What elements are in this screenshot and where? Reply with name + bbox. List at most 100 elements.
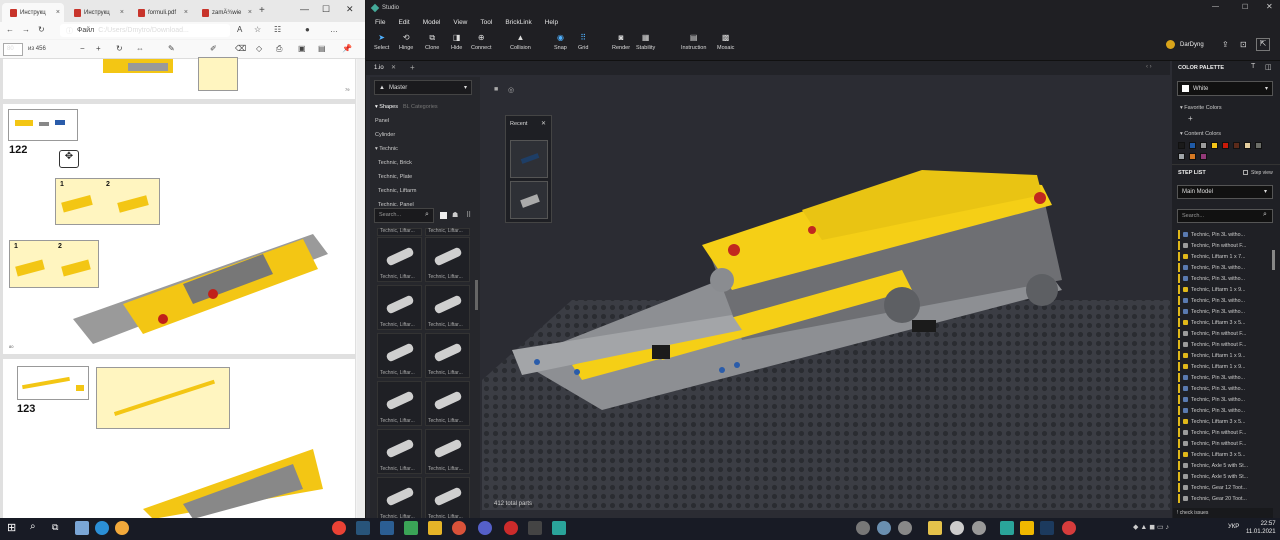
eraser-icon[interactable]: ⌫ bbox=[235, 44, 246, 53]
color-swatch[interactable] bbox=[1178, 153, 1185, 160]
category-item[interactable]: Technic, Brick bbox=[378, 160, 412, 166]
step-item[interactable]: Technic, Pin 3L witho... bbox=[1178, 383, 1272, 394]
zoom-out-icon[interactable]: − bbox=[80, 44, 85, 53]
address-input[interactable]: ⓘ Файл C:/Users/Dmytro/Download... bbox=[60, 24, 230, 37]
save-icon[interactable]: ▣ bbox=[298, 44, 306, 53]
color-swatch[interactable] bbox=[1255, 142, 1262, 149]
close-tab-icon[interactable]: ✕ bbox=[391, 64, 396, 71]
close-tab-icon[interactable]: × bbox=[248, 9, 252, 16]
edge-icon[interactable] bbox=[95, 521, 109, 535]
profile-icon[interactable]: ● bbox=[305, 25, 310, 34]
mosaic-tool-button[interactable]: ▩ Mosaic bbox=[717, 33, 734, 51]
minimize-icon[interactable]: — bbox=[1212, 3, 1219, 10]
favorite-colors-section[interactable]: ▾ Favorite Colors bbox=[1180, 105, 1222, 111]
color-select[interactable]: White ▾ bbox=[1177, 81, 1273, 96]
close-window-icon[interactable]: ✕ bbox=[1266, 2, 1273, 11]
part-tile[interactable]: Technic, Liftar... bbox=[377, 477, 422, 522]
task-view-icon[interactable]: ⧉ bbox=[52, 522, 58, 533]
color-swatch[interactable] bbox=[1178, 142, 1185, 149]
print-icon[interactable]: ⎙ bbox=[276, 44, 282, 54]
step-item[interactable]: Technic, Pin without F... bbox=[1178, 339, 1272, 350]
view-settings-icon[interactable]: ◎ bbox=[508, 86, 514, 94]
step-item[interactable]: Technic, Liftarm 1 x 9... bbox=[1178, 361, 1272, 372]
part-tile[interactable]: Technic, Liftar... bbox=[425, 237, 470, 282]
model-select[interactable]: Main Model ▾ bbox=[1177, 185, 1273, 199]
content-colors-section[interactable]: ▾ Content Colors bbox=[1180, 131, 1221, 137]
check-issues-bar[interactable]: ! check issues bbox=[1173, 508, 1273, 518]
menu-help[interactable]: Help bbox=[545, 19, 558, 26]
app-icon[interactable] bbox=[75, 521, 89, 535]
step-item[interactable]: Technic, Liftarm 3 x 5... bbox=[1178, 449, 1272, 460]
step-item[interactable]: Technic, Liftarm 1 x 9... bbox=[1178, 350, 1272, 361]
more-menu-icon[interactable]: … bbox=[330, 25, 338, 34]
category-item[interactable]: ▾ Technic bbox=[375, 146, 398, 152]
part-tile[interactable]: Technic, Liftar... bbox=[377, 228, 422, 236]
browser-tab-1[interactable]: Инструкц × bbox=[2, 3, 64, 22]
color-swatch[interactable] bbox=[1200, 142, 1207, 149]
app-icon[interactable] bbox=[898, 521, 912, 535]
upload-icon[interactable]: ⇪ bbox=[1222, 40, 1229, 49]
pdf-scrollbar[interactable] bbox=[357, 59, 365, 518]
app-icon[interactable] bbox=[452, 521, 466, 535]
close-icon[interactable]: ✕ bbox=[541, 120, 546, 127]
part-tile[interactable]: Technic, Liftar... bbox=[377, 237, 422, 282]
step-item[interactable]: Technic, Gear 12 Toot... bbox=[1178, 482, 1272, 493]
page-number-input[interactable]: 80 bbox=[3, 43, 23, 56]
step-item[interactable]: Technic, Pin without F... bbox=[1178, 438, 1272, 449]
grid-view-icon[interactable]: ⠿ bbox=[466, 211, 471, 219]
search-icon[interactable]: ⌕ bbox=[425, 211, 429, 219]
step-item[interactable]: Technic, Liftarm 3 x 5... bbox=[1178, 317, 1272, 328]
app-icon[interactable] bbox=[478, 521, 492, 535]
erase-icon[interactable]: ◇ bbox=[256, 44, 262, 53]
app-icon[interactable] bbox=[1062, 521, 1076, 535]
color-swatch[interactable] bbox=[1189, 142, 1196, 149]
parts-scrollbar[interactable] bbox=[475, 280, 478, 310]
step-item[interactable]: Technic, Axle 5 with St... bbox=[1178, 471, 1272, 482]
view-mode-icon[interactable]: ☗ bbox=[452, 211, 458, 219]
step-item[interactable]: Technic, Pin without F... bbox=[1178, 240, 1272, 251]
step-item[interactable]: Technic, Pin without F... bbox=[1178, 328, 1272, 339]
part-tile[interactable]: Technic, Liftar... bbox=[377, 285, 422, 330]
studio-taskbar-icon[interactable] bbox=[552, 521, 566, 535]
app-icon[interactable] bbox=[528, 521, 542, 535]
app-icon[interactable] bbox=[1020, 521, 1034, 535]
search-icon[interactable]: ⌕ bbox=[1263, 211, 1267, 219]
avatar[interactable] bbox=[1166, 40, 1175, 49]
share-icon[interactable]: ⇱ bbox=[1256, 38, 1270, 51]
close-tab-icon[interactable]: × bbox=[120, 9, 124, 16]
snap-tool-button[interactable]: ◉ Snap bbox=[554, 33, 567, 51]
category-item[interactable]: Panel bbox=[375, 118, 389, 124]
clock[interactable]: 22:57 11.01.2021 bbox=[1246, 520, 1276, 536]
step-item[interactable]: Technic, Axle 5 with St... bbox=[1178, 460, 1272, 471]
step-item[interactable]: Technic, Pin without F... bbox=[1178, 427, 1272, 438]
step-item[interactable]: Technic, Pin 3L witho... bbox=[1178, 394, 1272, 405]
close-window-icon[interactable]: ✕ bbox=[346, 4, 354, 15]
view-mode-icon[interactable] bbox=[440, 212, 447, 219]
color-swatch[interactable] bbox=[1233, 142, 1240, 149]
select-tool-button[interactable]: ➤ Select bbox=[374, 33, 389, 51]
category-item[interactable]: Technic, Plate bbox=[378, 174, 412, 180]
minimize-icon[interactable]: — bbox=[300, 4, 309, 14]
collections-icon[interactable]: ☷ bbox=[274, 25, 281, 34]
color-swatch[interactable] bbox=[1211, 142, 1218, 149]
connect-tool-button[interactable]: ⊕ Connect bbox=[471, 33, 492, 51]
file-explorer-icon[interactable] bbox=[428, 521, 442, 535]
menu-edit[interactable]: Edit bbox=[398, 19, 409, 26]
render-tool-button[interactable]: ◙ Render bbox=[612, 33, 630, 51]
start-icon[interactable]: ⊞ bbox=[7, 521, 16, 534]
color-swatch[interactable] bbox=[1244, 142, 1251, 149]
menu-bricklink[interactable]: BrickLink bbox=[505, 19, 531, 26]
menu-model[interactable]: Model bbox=[423, 19, 441, 26]
tab-bl-categories[interactable]: BL Categories bbox=[403, 104, 438, 110]
new-tab-button[interactable]: + bbox=[259, 5, 265, 16]
close-tab-icon[interactable]: × bbox=[56, 9, 60, 16]
forward-icon[interactable]: → bbox=[22, 25, 30, 34]
tray-icons[interactable]: ◆ ▲ ◼ ▭ ♪ bbox=[1133, 523, 1169, 531]
step-item[interactable]: Technic, Pin 3L witho... bbox=[1178, 229, 1272, 240]
tab-shapes[interactable]: ▾ Shapes bbox=[375, 104, 398, 110]
palette-select[interactable]: ▲ Master ▾ bbox=[374, 80, 472, 95]
save-as-icon[interactable]: ▤ bbox=[318, 44, 326, 53]
category-item[interactable]: Cylinder bbox=[375, 132, 395, 138]
favorite-star-icon[interactable]: ☆ bbox=[254, 25, 261, 34]
app-icon[interactable] bbox=[380, 521, 394, 535]
